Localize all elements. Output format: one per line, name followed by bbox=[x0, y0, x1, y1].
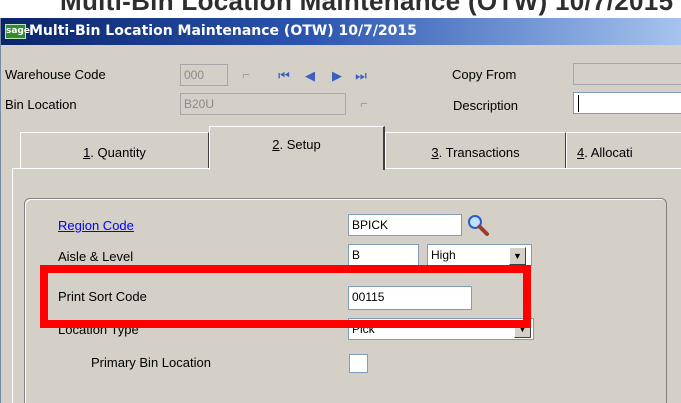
search-icon[interactable] bbox=[465, 213, 491, 237]
aisle-field[interactable]: B bbox=[348, 244, 419, 266]
tab-transactions[interactable]: 3. Transactions bbox=[385, 132, 566, 168]
level-dropdown-chevron-down-icon[interactable]: ▼ bbox=[509, 247, 526, 265]
previous-record-icon[interactable]: ◀ bbox=[302, 68, 318, 84]
location-type-label: Location Type bbox=[58, 322, 139, 337]
first-record-icon[interactable]: ⏮ bbox=[276, 68, 292, 84]
description-field[interactable] bbox=[573, 92, 681, 114]
warehouse-code-field[interactable]: 000 bbox=[180, 64, 228, 86]
tab-quantity-label: . Quantity bbox=[90, 145, 146, 160]
last-record-icon[interactable]: ⏭ bbox=[353, 68, 369, 84]
next-record-icon[interactable]: ▶ bbox=[329, 68, 345, 84]
window-title: Multi-Bin Location Maintenance (OTW) 10/… bbox=[29, 23, 417, 39]
print-sort-code-label: Print Sort Code bbox=[58, 289, 147, 304]
region-code-field[interactable]: BPICK bbox=[348, 214, 462, 236]
description-label: Description bbox=[453, 98, 519, 113]
location-type-select[interactable]: Pick bbox=[348, 318, 534, 340]
bin-location-label: Bin Location bbox=[5, 97, 77, 112]
primary-bin-location-checkbox[interactable] bbox=[349, 354, 368, 373]
tab-setup-label: . Setup bbox=[279, 137, 321, 152]
tab-allocations-label: . Allocati bbox=[584, 145, 633, 160]
primary-bin-location-label: Primary Bin Location bbox=[91, 355, 211, 370]
sage-logo-icon: sage bbox=[5, 24, 30, 39]
tab-quantity[interactable]: 1. Quantity bbox=[20, 132, 209, 168]
tab-setup-key: 2 bbox=[272, 137, 280, 152]
title-bar: sage Multi-Bin Location Maintenance (OTW… bbox=[1, 18, 681, 45]
tab-transactions-key: 3 bbox=[431, 145, 439, 160]
bin-location-field[interactable]: B20U bbox=[180, 93, 346, 115]
maintenance-window: sage Multi-Bin Location Maintenance (OTW… bbox=[0, 18, 681, 403]
tab-allocations[interactable]: 4. Allocati bbox=[566, 132, 681, 168]
text-cursor bbox=[578, 95, 579, 112]
copy-from-field[interactable] bbox=[573, 63, 681, 85]
region-code-link[interactable]: Region Code bbox=[58, 218, 134, 233]
warehouse-lookup-icon[interactable]: ⌐ bbox=[237, 66, 255, 84]
location-type-chevron-down-icon[interactable]: ▼ bbox=[514, 320, 531, 338]
tab-transactions-label: . Transactions bbox=[438, 145, 520, 160]
aisle-level-label: Aisle & Level bbox=[58, 249, 134, 264]
bin-location-lookup-icon[interactable]: ⌐ bbox=[355, 95, 373, 113]
print-sort-code-field[interactable]: 00115 bbox=[348, 286, 472, 310]
cropped-heading-text: Multi-Bin Location Maintenance (OTW) 10/… bbox=[60, 0, 674, 16]
tab-setup[interactable]: 2. Setup bbox=[209, 126, 385, 170]
cropped-heading: Multi-Bin Location Maintenance (OTW) 10/… bbox=[0, 0, 681, 18]
warehouse-code-label: Warehouse Code bbox=[5, 67, 106, 82]
copy-from-label: Copy From bbox=[452, 67, 517, 82]
